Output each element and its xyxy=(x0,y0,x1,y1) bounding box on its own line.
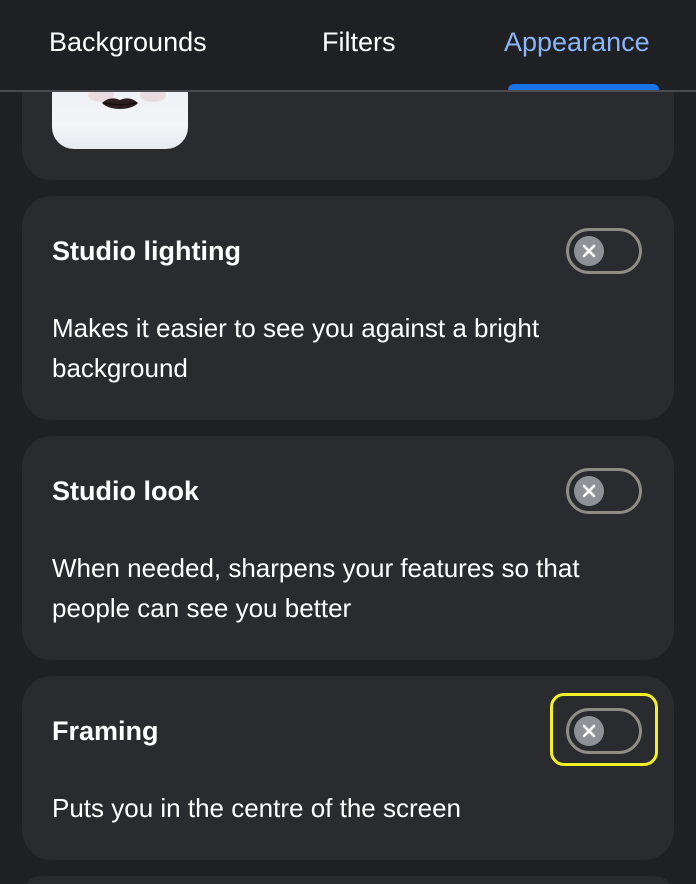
toggle-knob xyxy=(574,476,604,506)
studio-look-toggle[interactable] xyxy=(566,468,642,514)
tab-filters[interactable]: Filters xyxy=(322,22,396,62)
studio-lighting-toggle[interactable] xyxy=(566,228,642,274)
tab-divider xyxy=(0,90,696,92)
setting-title: Studio look xyxy=(52,476,199,506)
setting-card-framing: Framing Puts you in the centre of the sc… xyxy=(22,676,674,860)
lips-icon xyxy=(102,98,138,109)
close-icon xyxy=(582,724,596,738)
setting-card-studio-lighting: Studio lighting Makes it easier to see y… xyxy=(22,196,674,420)
tab-backgrounds[interactable]: Backgrounds xyxy=(49,22,207,62)
framing-toggle[interactable] xyxy=(566,708,642,754)
tab-bar: Backgrounds Filters Appearance xyxy=(0,0,696,90)
setting-title: Framing xyxy=(52,716,159,746)
appearance-screen: Backgrounds Filters Appearance Studio li… xyxy=(0,0,696,884)
close-icon xyxy=(582,484,596,498)
setting-card-studio-look: Studio look When needed, sharpens your f… xyxy=(22,436,674,660)
setting-description: When needed, sharpens your features so t… xyxy=(52,553,580,623)
setting-description: Makes it easier to see you against a bri… xyxy=(52,313,540,383)
close-icon xyxy=(582,244,596,258)
setting-description: Puts you in the centre of the screen xyxy=(52,793,462,823)
setting-title: Studio lighting xyxy=(52,236,241,266)
next-setting-card xyxy=(22,876,674,884)
tab-appearance[interactable]: Appearance xyxy=(504,22,650,62)
toggle-knob xyxy=(574,716,604,746)
toggle-knob xyxy=(574,236,604,266)
